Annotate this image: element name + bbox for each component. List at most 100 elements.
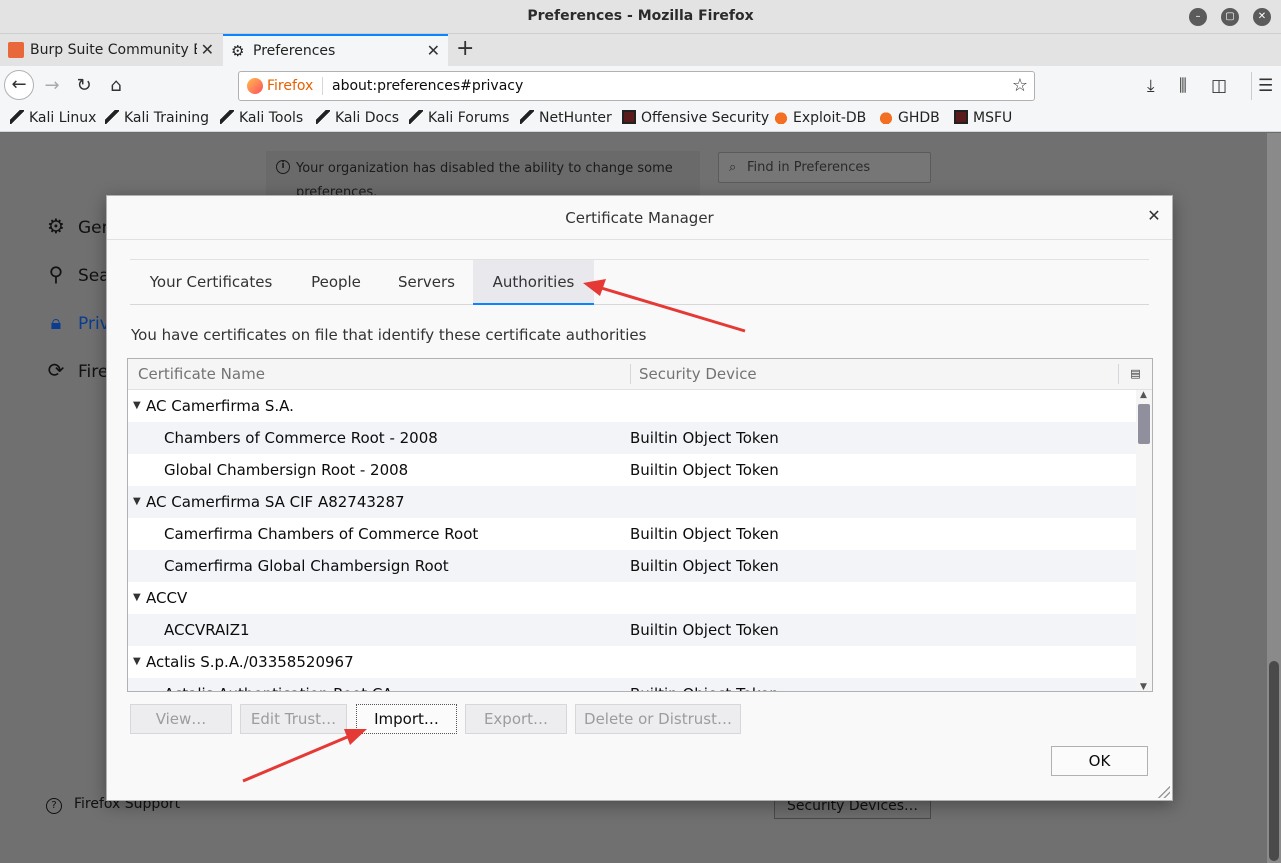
scroll-up-icon[interactable]: ▲ [1140,390,1147,400]
certificate-tabs: Your Certificates People Servers Authori… [130,259,1149,305]
burp-icon [8,42,24,58]
tree-item-row[interactable]: Chambers of Commerce Root - 2008 Builtin … [128,422,1138,454]
bookmark-kali-forums[interactable]: Kali Forums [409,108,509,128]
firefox-logo-icon [247,78,263,94]
import-button[interactable]: Import… [356,704,457,734]
certificate-name: Camerfirma Chambers of Commerce Root [164,525,479,543]
downloads-icon[interactable]: ⤓ [1147,72,1155,100]
bookmark-exploit-db[interactable]: Exploit-DB [774,108,866,128]
close-icon[interactable]: ✕ [1144,206,1164,226]
new-tab-button[interactable]: + [456,34,474,64]
menu-icon[interactable]: ☰ [1251,72,1273,100]
bookmark-offensive-security[interactable]: Offensive Security [622,108,769,128]
back-button[interactable]: ← [4,70,34,100]
tree-item-row[interactable]: Camerfirma Global Chambersign Root Builti… [128,550,1138,582]
tab-servers[interactable]: Servers [380,260,473,305]
tab-your-certificates[interactable]: Your Certificates [130,260,292,305]
find-in-preferences-input[interactable]: ⌕ Find in Preferences [718,152,931,183]
forward-button[interactable]: → [38,72,66,100]
reload-button[interactable]: ↻ [70,72,98,100]
tree-scrollbar[interactable]: ▲ ▼ [1136,390,1152,691]
authorities-description: You have certificates on file that ident… [131,326,647,344]
tab-label: Preferences [253,43,336,59]
column-security-device[interactable]: Security Device [630,364,757,384]
bookmark-kali-docs[interactable]: Kali Docs [316,108,399,128]
kali-dragon-icon [520,110,534,124]
certificate-manager-dialog: Certificate Manager ✕ Your Certificates … [106,195,1173,801]
tab-burp[interactable]: Burp Suite Community Ed ✕ [0,34,222,66]
tab-label: Burp Suite Community Ed [30,42,211,58]
url-separator [322,77,323,95]
page-scrollbar[interactable] [1267,133,1281,863]
kali-dragon-icon [105,110,119,124]
kali-dragon-icon [316,110,330,124]
gear-icon: ⚙ [231,42,245,60]
page-scrollbar-thumb[interactable] [1269,661,1279,861]
certificate-name: Camerfirma Global Chambersign Root [164,557,449,575]
maximize-button[interactable]: ▢ [1221,8,1239,26]
tab-people[interactable]: People [292,260,380,305]
security-device: Builtin Object Token [630,525,779,543]
kali-dragon-icon [409,110,423,124]
tree-item-row[interactable]: ACCVRAIZ1 Builtin Object Token [128,614,1138,646]
dialog-header: Certificate Manager ✕ [107,196,1172,240]
home-button[interactable]: ⌂ [102,72,130,100]
edit-trust-button[interactable]: Edit Trust… [240,704,347,734]
offsec-icon [622,110,636,124]
close-tab-icon[interactable]: ✕ [196,34,214,66]
library-icon[interactable]: ⫼ [1179,72,1187,100]
tab-preferences[interactable]: ⚙ Preferences ✕ [223,34,448,66]
sidebar-item-general[interactable]: ⚙ Gen [44,214,112,240]
bookmark-msfu[interactable]: MSFU [954,108,1012,128]
window-title: Preferences - Mozilla Firefox [527,8,754,24]
certificate-tree[interactable]: Certificate Name Security Device ▤ ▼ AC C… [127,358,1153,692]
sidebar-item-sync[interactable]: ⟳ Fire [44,358,109,384]
close-window-button[interactable]: ✕ [1253,8,1271,26]
url-text[interactable]: about:preferences#privacy [332,72,523,100]
certificate-name: AC Camerfirma S.A. [146,397,294,415]
bookmark-star-icon[interactable]: ☆ [1012,72,1028,100]
expand-twisty-icon[interactable]: ▼ [133,390,141,422]
url-bar[interactable]: Firefox about:preferences#privacy ☆ [238,71,1035,101]
ok-button[interactable]: OK [1051,746,1148,776]
scroll-down-icon[interactable]: ▼ [1140,682,1147,691]
tree-group-row[interactable]: ▼ AC Camerfirma S.A. [128,390,1138,422]
tree-group-row[interactable]: ▼ ACCV [128,582,1138,614]
firefox-identity[interactable]: Firefox [247,72,313,100]
tab-strip: Burp Suite Community Ed ✕ ⚙ Preferences … [0,34,1281,66]
exploitdb-icon [879,110,893,124]
bookmark-kali-training[interactable]: Kali Training [105,108,209,128]
kali-dragon-icon [220,110,234,124]
minimize-button[interactable]: – [1189,8,1207,26]
export-button[interactable]: Export… [465,704,567,734]
view-button[interactable]: View… [130,704,232,734]
tab-authorities[interactable]: Authorities [473,260,594,305]
column-picker-icon[interactable]: ▤ [1118,364,1152,384]
sidebar-item-privacy[interactable]: 🔒︎ Priv [44,310,110,336]
column-certificate-name[interactable]: Certificate Name [138,359,265,389]
tree-group-row[interactable]: ▼ Actalis S.p.A./03358520967 [128,646,1138,678]
tree-item-row[interactable]: Actalis Authentication Root CA Builtin Ob… [128,678,1138,691]
bookmark-kali-linux[interactable]: Kali Linux [10,108,96,128]
bookmark-nethunter[interactable]: NetHunter [520,108,612,128]
expand-twisty-icon[interactable]: ▼ [133,582,141,614]
bookmark-ghdb[interactable]: GHDB [879,108,940,128]
tree-rows: ▼ AC Camerfirma S.A. Chambers of Commerce … [128,390,1138,691]
close-tab-icon[interactable]: ✕ [427,36,440,66]
delete-or-distrust-button[interactable]: Delete or Distrust… [575,704,741,734]
sidebar-toggle-icon[interactable]: ◫ [1211,72,1227,100]
tree-group-row[interactable]: ▼ AC Camerfirma SA CIF A82743287 [128,486,1138,518]
lock-icon: 🔒︎ [50,310,62,334]
tree-item-row[interactable]: Camerfirma Chambers of Commerce Root Buil… [128,518,1138,550]
tree-item-row[interactable]: Global Chambersign Root - 2008 Builtin Ob… [128,454,1138,486]
certificate-name: ACCVRAIZ1 [164,621,250,639]
expand-twisty-icon[interactable]: ▼ [133,646,141,678]
certificate-name: Global Chambersign Root - 2008 [164,461,409,479]
sidebar-item-search[interactable]: ⚲ Sea [44,262,110,288]
tree-scrollbar-thumb[interactable] [1138,404,1150,444]
gear-icon: ⚙ [47,214,65,238]
expand-twisty-icon[interactable]: ▼ [133,486,141,518]
security-device: Builtin Object Token [630,461,779,479]
bookmark-kali-tools[interactable]: Kali Tools [220,108,303,128]
resize-grip-icon[interactable] [1158,786,1170,798]
